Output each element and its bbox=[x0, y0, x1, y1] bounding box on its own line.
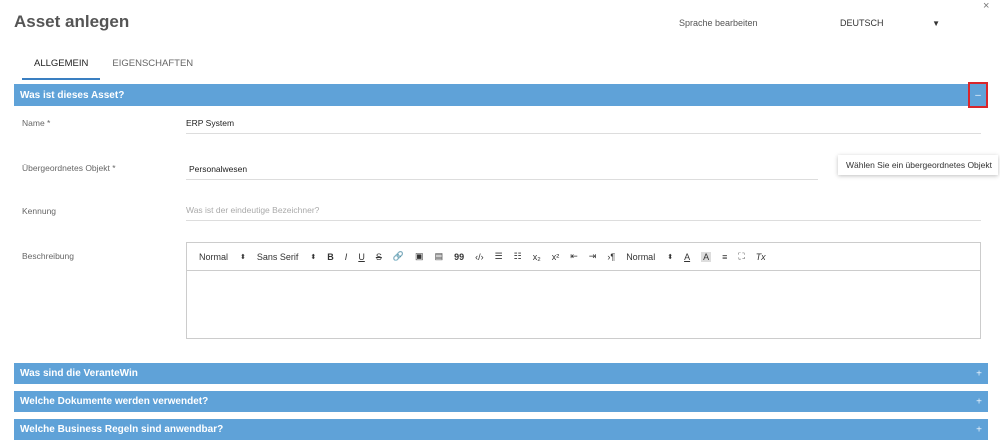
select-caret-icon: ⬍ bbox=[240, 253, 246, 261]
blockquote-icon[interactable]: 99 bbox=[454, 252, 464, 262]
parent-input[interactable]: Personalwesen bbox=[186, 164, 818, 180]
editor-toolbar: Normal ⬍ Sans Serif ⬍ B I U S 🔗 ▣ ▤ 99 ‹/›… bbox=[187, 243, 980, 271]
name-input[interactable]: ERP System bbox=[186, 118, 981, 134]
parent-label: Übergeordnetes Objekt * bbox=[22, 163, 116, 173]
code-icon[interactable]: ‹/› bbox=[475, 252, 484, 262]
language-select[interactable]: DEUTSCH ▼ bbox=[840, 13, 940, 33]
image-icon[interactable]: ▣ bbox=[415, 251, 424, 262]
select-caret-icon: ⬍ bbox=[667, 253, 674, 261]
video-icon[interactable]: ▤ bbox=[435, 251, 444, 262]
description-label: Beschreibung bbox=[22, 251, 74, 261]
section-title: Welche Business Regeln sind anwendbar? bbox=[20, 424, 224, 435]
clear-format-icon[interactable]: Tx bbox=[756, 252, 766, 262]
collapse-button[interactable]: – bbox=[968, 82, 988, 108]
section-header-responsible[interactable]: Was sind die VeranteWin + bbox=[14, 363, 988, 384]
expand-icon[interactable]: + bbox=[976, 424, 982, 435]
text-color-icon[interactable]: A bbox=[684, 252, 690, 262]
italic-button[interactable]: I bbox=[345, 252, 348, 262]
expand-icon[interactable]: + bbox=[976, 396, 982, 407]
page-title: Asset anlegen bbox=[14, 12, 130, 31]
language-label: Sprache bearbeiten bbox=[679, 18, 758, 28]
subscript-button[interactable]: x₂ bbox=[533, 252, 541, 262]
section-header-documents[interactable]: Welche Dokumente werden verwendet? + bbox=[14, 391, 988, 412]
ordered-list-icon[interactable]: ☰ bbox=[495, 251, 503, 262]
text-direction-icon[interactable]: ›¶ bbox=[607, 252, 615, 262]
indent-less-icon[interactable]: ⇤ bbox=[570, 251, 578, 262]
section-title: Was sind die VeranteWin bbox=[20, 368, 138, 379]
identifier-label: Kennung bbox=[22, 206, 57, 216]
tab-allgemein[interactable]: ALLGEMEIN bbox=[22, 54, 101, 80]
name-label: Name * bbox=[22, 118, 51, 128]
close-icon[interactable]: × bbox=[983, 0, 989, 12]
caret-down-icon: ▼ bbox=[932, 18, 940, 28]
background-color-icon[interactable]: A bbox=[701, 251, 712, 262]
strike-button[interactable]: S bbox=[376, 252, 382, 262]
heading-select[interactable]: Normal ⬍ bbox=[199, 252, 246, 262]
indent-more-icon[interactable]: ⇥ bbox=[589, 251, 597, 262]
bold-button[interactable]: B bbox=[327, 252, 334, 262]
identifier-input[interactable]: Was ist der eindeutige Bezeichner? bbox=[186, 205, 981, 221]
section-title: Was ist dieses Asset? bbox=[20, 89, 125, 101]
parent-tooltip: Wählen Sie ein übergeordnetes Objekt bbox=[838, 155, 998, 175]
expand-icon[interactable]: + bbox=[976, 368, 982, 379]
bullet-list-icon[interactable]: ☷ bbox=[514, 251, 522, 262]
font-select[interactable]: Sans Serif ⬍ bbox=[257, 252, 316, 262]
size-select[interactable]: Normal ⬍ bbox=[626, 252, 673, 262]
editor-content-area[interactable] bbox=[187, 271, 980, 339]
superscript-button[interactable]: x² bbox=[552, 252, 560, 262]
link-icon[interactable]: 🔗 bbox=[393, 251, 404, 262]
section-title: Welche Dokumente werden verwendet? bbox=[20, 396, 209, 407]
align-icon[interactable]: ≡ bbox=[722, 252, 727, 262]
description-editor: Normal ⬍ Sans Serif ⬍ B I U S 🔗 ▣ ▤ 99 ‹/›… bbox=[186, 242, 981, 339]
tab-bar: ALLGEMEIN EIGENSCHAFTEN bbox=[22, 54, 205, 80]
tab-eigenschaften[interactable]: EIGENSCHAFTEN bbox=[100, 54, 205, 80]
section-header-what[interactable]: Was ist dieses Asset? – bbox=[14, 82, 988, 108]
language-value: DEUTSCH bbox=[840, 18, 884, 28]
select-caret-icon: ⬍ bbox=[310, 253, 317, 261]
underline-button[interactable]: U bbox=[358, 252, 365, 262]
section-header-rules[interactable]: Welche Business Regeln sind anwendbar? + bbox=[14, 419, 988, 440]
fullscreen-icon[interactable]: ⛶ bbox=[738, 251, 744, 262]
